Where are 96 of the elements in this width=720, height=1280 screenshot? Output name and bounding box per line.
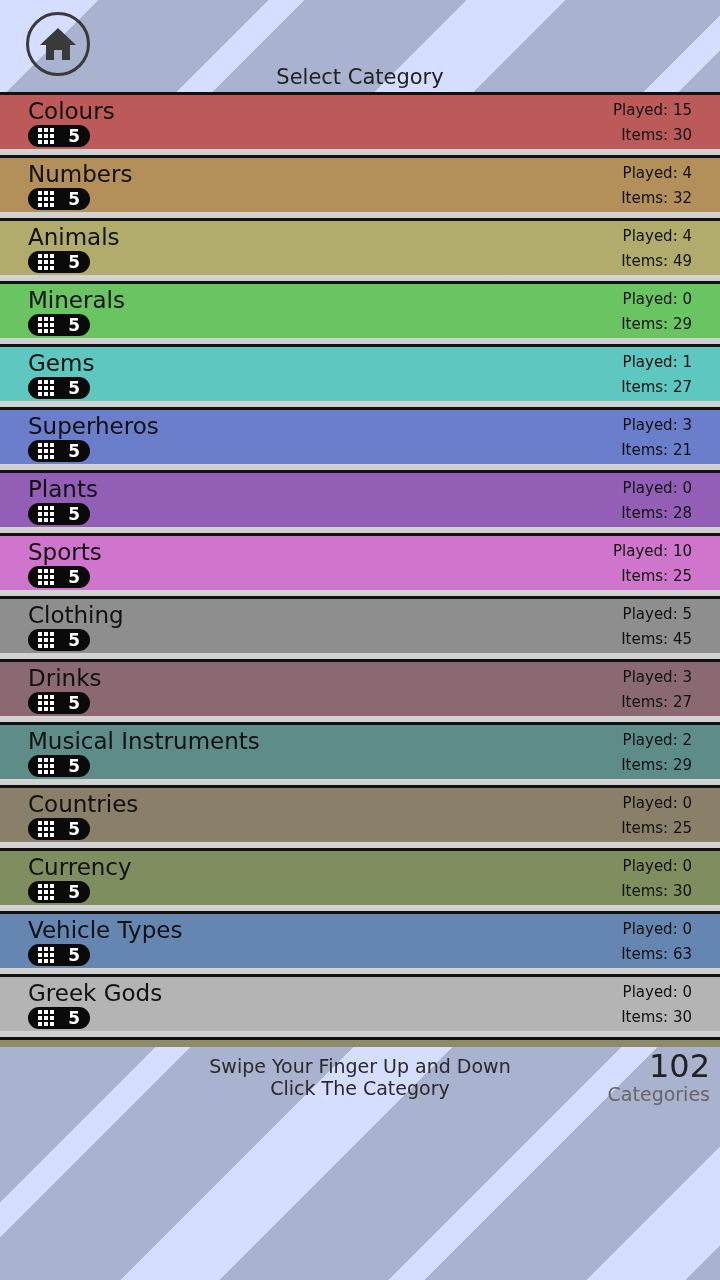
badge-count: 5 <box>68 252 80 272</box>
grid-icon <box>38 884 56 900</box>
item-count: Items: 63 <box>621 944 692 963</box>
category-name: Clothing <box>28 601 124 629</box>
grid-icon <box>38 380 56 396</box>
category-count-label: Categories <box>607 1083 710 1105</box>
category-row[interactable]: Colours 5 Played: 15 Items: 30 <box>0 95 720 149</box>
badge-count: 5 <box>68 126 80 146</box>
category-row[interactable]: Greek Gods 5 Played: 0 Items: 30 <box>0 977 720 1031</box>
badge-count: 5 <box>68 189 80 209</box>
category-name: Currency <box>28 853 132 881</box>
category-row[interactable]: Minerals 5 Played: 0 Items: 29 <box>0 284 720 338</box>
item-count: Items: 45 <box>621 629 692 648</box>
item-count: Items: 30 <box>621 881 692 900</box>
played-count: Played: 0 <box>622 793 692 812</box>
category-row[interactable]: Sports 5 Played: 10 Items: 25 <box>0 536 720 590</box>
played-count: Played: 10 <box>613 541 692 560</box>
played-count: Played: 0 <box>622 982 692 1001</box>
house-icon <box>38 26 78 62</box>
played-count: Played: 2 <box>622 730 692 749</box>
item-count: Items: 27 <box>621 377 692 396</box>
badge-count: 5 <box>68 693 80 713</box>
grid-icon <box>38 254 56 270</box>
category-name: Sports <box>28 538 102 566</box>
category-name: Musical Instruments <box>28 727 260 755</box>
category-count: 102 <box>647 1049 710 1083</box>
category-name: Greek Gods <box>28 979 163 1007</box>
badge-count: 5 <box>68 441 80 461</box>
category-row[interactable]: Countries 5 Played: 0 Items: 25 <box>0 788 720 842</box>
played-count: Played: 1 <box>622 352 692 371</box>
grid-icon <box>38 1010 56 1026</box>
category-row[interactable]: Currency 5 Played: 0 Items: 30 <box>0 851 720 905</box>
badge-count: 5 <box>68 378 80 398</box>
category-row[interactable]: Numbers 5 Played: 4 Items: 32 <box>0 158 720 212</box>
badge-count: 5 <box>68 630 80 650</box>
category-name: Gems <box>28 349 95 377</box>
category-name: Colours <box>28 97 115 125</box>
played-count: Played: 0 <box>622 478 692 497</box>
played-count: Played: 5 <box>622 604 692 623</box>
played-count: Played: 4 <box>622 163 692 182</box>
played-count: Played: 0 <box>622 919 692 938</box>
badge-count: 5 <box>68 945 80 965</box>
item-count: Items: 27 <box>621 692 692 711</box>
category-name: Numbers <box>28 160 133 188</box>
badge-count: 5 <box>68 756 80 776</box>
item-count: Items: 21 <box>621 440 692 459</box>
grid-icon <box>38 128 56 144</box>
category-row[interactable]: Plants 5 Played: 0 Items: 28 <box>0 473 720 527</box>
category-name: Minerals <box>28 286 125 314</box>
category-name: Countries <box>28 790 139 818</box>
category-name: Animals <box>28 223 120 251</box>
played-count: Played: 3 <box>622 415 692 434</box>
home-button[interactable] <box>26 12 90 76</box>
item-count: Items: 29 <box>621 314 692 333</box>
item-count: Items: 25 <box>621 566 692 585</box>
category-row[interactable]: Vehicle Types 5 Played: 0 Items: 63 <box>0 914 720 968</box>
played-count: Played: 0 <box>622 289 692 308</box>
item-count: Items: 30 <box>621 125 692 144</box>
badge-count: 5 <box>68 819 80 839</box>
grid-icon <box>38 506 56 522</box>
grid-icon <box>38 317 56 333</box>
category-name: Superheros <box>28 412 159 440</box>
category-row[interactable]: Gems 5 Played: 1 Items: 27 <box>0 347 720 401</box>
category-row[interactable]: Animals 5 Played: 4 Items: 49 <box>0 221 720 275</box>
item-count: Items: 25 <box>621 818 692 837</box>
instruction-text: Swipe Your Finger Up and Down Click The Category <box>209 1055 511 1101</box>
played-count: Played: 3 <box>622 667 692 686</box>
grid-icon <box>38 191 56 207</box>
badge-count: 5 <box>68 567 80 587</box>
badge-count: 5 <box>68 315 80 335</box>
category-row[interactable]: Superheros 5 Played: 3 Items: 21 <box>0 410 720 464</box>
grid-icon <box>38 695 56 711</box>
grid-icon <box>38 443 56 459</box>
played-count: Played: 4 <box>622 226 692 245</box>
badge-count: 5 <box>68 504 80 524</box>
played-count: Played: 0 <box>622 856 692 875</box>
category-row[interactable]: Musical Instruments 5 Played: 2 Items: 29 <box>0 725 720 779</box>
grid-icon <box>38 821 56 837</box>
grid-icon <box>38 758 56 774</box>
grid-icon <box>38 632 56 648</box>
grid-icon <box>38 947 56 963</box>
category-name: Plants <box>28 475 98 503</box>
item-count: Items: 28 <box>621 503 692 522</box>
item-count: Items: 32 <box>621 188 692 207</box>
category-row[interactable]: Drinks 5 Played: 3 Items: 27 <box>0 662 720 716</box>
category-name: Vehicle Types <box>28 916 183 944</box>
item-count: Items: 49 <box>621 251 692 270</box>
item-count: Items: 30 <box>621 1007 692 1026</box>
item-count: Items: 29 <box>621 755 692 774</box>
played-count: Played: 15 <box>613 100 692 119</box>
badge-count: 5 <box>68 1008 80 1028</box>
grid-icon <box>38 569 56 585</box>
badge-count: 5 <box>68 882 80 902</box>
category-name: Drinks <box>28 664 102 692</box>
screen-title: Select Category <box>276 65 444 91</box>
category-row[interactable]: Clothing 5 Played: 5 Items: 45 <box>0 599 720 653</box>
